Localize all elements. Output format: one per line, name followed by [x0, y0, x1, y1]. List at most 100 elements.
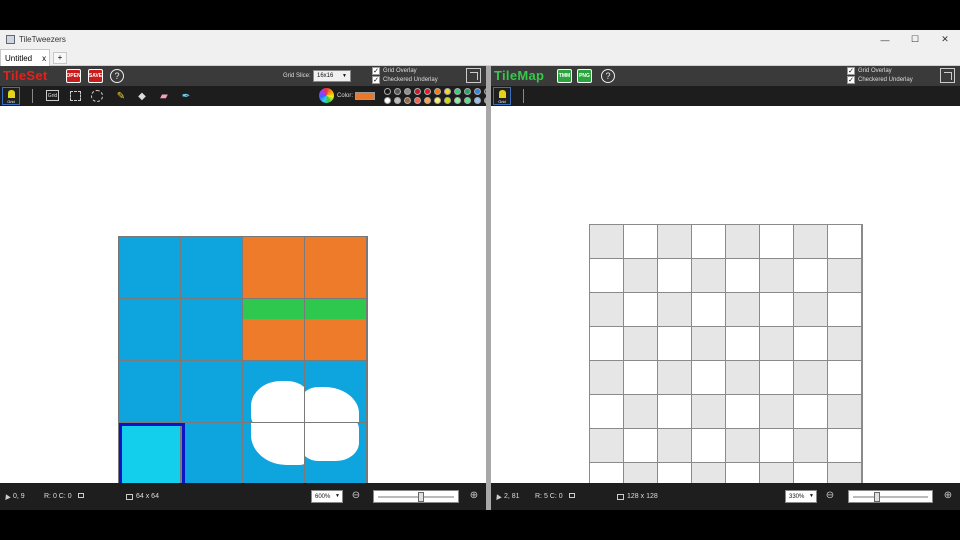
zoom-in-icon[interactable]: ⊕	[468, 490, 480, 502]
map-cell[interactable]	[658, 361, 692, 395]
palette-color-swatch[interactable]	[454, 97, 461, 104]
map-cell[interactable]	[794, 395, 828, 429]
zoom-out-icon[interactable]: ⊖	[824, 490, 836, 502]
palette-color-swatch[interactable]	[434, 97, 441, 104]
map-cell[interactable]	[590, 259, 624, 293]
ellipse-select-tool[interactable]	[90, 89, 104, 103]
map-cell[interactable]	[692, 259, 726, 293]
map-cell[interactable]	[692, 327, 726, 361]
palette-color-swatch[interactable]	[384, 88, 391, 95]
map-cell[interactable]	[726, 327, 760, 361]
zoom-in-icon[interactable]: ⊕	[942, 490, 954, 502]
grid-tool-button[interactable]: Grid	[2, 87, 20, 105]
fit-to-window-icon[interactable]	[466, 68, 481, 83]
map-cell[interactable]	[658, 395, 692, 429]
map-cell[interactable]	[692, 293, 726, 327]
tileset-tile[interactable]	[305, 361, 367, 423]
map-cell[interactable]	[828, 361, 862, 395]
eyedropper-tool[interactable]: ✒	[179, 89, 193, 103]
map-cell[interactable]	[760, 259, 794, 293]
slider-thumb[interactable]	[874, 492, 880, 502]
tileset-zoom-slider[interactable]	[373, 490, 459, 503]
palette-color-swatch[interactable]	[394, 97, 401, 104]
tab-untitled[interactable]: Untitled x	[0, 49, 50, 66]
palette-color-swatch[interactable]	[414, 88, 421, 95]
tilemap-zoom-slider[interactable]	[848, 490, 933, 503]
map-cell[interactable]	[794, 259, 828, 293]
map-cell[interactable]	[828, 327, 862, 361]
tileset-tile[interactable]	[119, 299, 181, 361]
map-cell[interactable]	[794, 361, 828, 395]
tileset-tile[interactable]	[181, 237, 243, 299]
map-cell[interactable]	[726, 293, 760, 327]
tileset-open-button[interactable]: OPEN	[66, 69, 81, 83]
map-cell[interactable]	[760, 225, 794, 259]
map-cell[interactable]	[624, 429, 658, 463]
map-cell[interactable]	[692, 395, 726, 429]
map-cell[interactable]	[726, 429, 760, 463]
zoom-out-icon[interactable]: ⊖	[350, 490, 362, 502]
tilemap-open-button[interactable]: TMM	[557, 69, 572, 83]
map-cell[interactable]	[794, 225, 828, 259]
palette-color-swatch[interactable]	[424, 97, 431, 104]
palette-color-swatch[interactable]	[464, 88, 471, 95]
tileset-checkered-underlay-checkbox[interactable]: ✓ Checkered Underlay	[372, 76, 438, 84]
fill-tool[interactable]: ◆	[135, 89, 149, 103]
tileset-tile[interactable]	[181, 299, 243, 361]
map-cell[interactable]	[760, 429, 794, 463]
tileset-grid-overlay-checkbox[interactable]: ✓ Grid Overlay	[372, 67, 417, 75]
palette-color-swatch[interactable]	[444, 88, 451, 95]
tileset-canvas[interactable]	[0, 106, 486, 488]
palette-color-swatch[interactable]	[474, 88, 481, 95]
tileset-zoom-select[interactable]: 600% ▼	[311, 490, 343, 503]
tilemap-grid-tool-button[interactable]: Grid	[493, 87, 511, 105]
tileset-tile[interactable]	[243, 237, 305, 299]
tileset-tile[interactable]	[243, 361, 305, 423]
palette-color-swatch[interactable]	[454, 88, 461, 95]
map-cell[interactable]	[760, 293, 794, 327]
map-cell[interactable]	[624, 293, 658, 327]
map-cell[interactable]	[658, 259, 692, 293]
map-cell[interactable]	[692, 361, 726, 395]
tile-selection-box[interactable]	[119, 423, 185, 488]
tileset-tile[interactable]	[119, 237, 181, 299]
tilemap-grid-overlay-checkbox[interactable]: ✓ Grid Overlay	[847, 67, 892, 75]
tab-close-icon[interactable]: x	[42, 54, 46, 63]
map-cell[interactable]	[828, 225, 862, 259]
palette-color-swatch[interactable]	[414, 97, 421, 104]
map-cell[interactable]	[658, 429, 692, 463]
map-cell[interactable]	[590, 327, 624, 361]
palette-color-swatch[interactable]	[404, 97, 411, 104]
tileset-tile[interactable]	[243, 423, 305, 485]
map-cell[interactable]	[624, 259, 658, 293]
tilemap-help-icon[interactable]: ?	[601, 69, 615, 83]
map-cell[interactable]	[624, 361, 658, 395]
add-tab-button[interactable]: +	[53, 52, 67, 64]
map-cell[interactable]	[828, 293, 862, 327]
map-cell[interactable]	[658, 293, 692, 327]
map-cell[interactable]	[726, 259, 760, 293]
map-cell[interactable]	[590, 429, 624, 463]
grid-select-tool[interactable]: Grid	[46, 90, 59, 101]
map-cell[interactable]	[590, 225, 624, 259]
tilemap-export-button[interactable]: PNG	[577, 69, 592, 83]
tileset-tile[interactable]	[119, 361, 181, 423]
map-cell[interactable]	[624, 327, 658, 361]
tilemap-grid[interactable]	[589, 224, 863, 498]
tileset-save-button[interactable]: SAVE	[88, 69, 103, 83]
palette-color-swatch[interactable]	[474, 97, 481, 104]
map-cell[interactable]	[794, 327, 828, 361]
map-cell[interactable]	[828, 429, 862, 463]
map-cell[interactable]	[590, 293, 624, 327]
slider-thumb[interactable]	[418, 492, 424, 502]
map-cell[interactable]	[794, 429, 828, 463]
tileset-tile[interactable]	[305, 237, 367, 299]
map-cell[interactable]	[760, 327, 794, 361]
tilemap-zoom-select[interactable]: 330% ▼	[785, 490, 817, 503]
tileset-tile[interactable]	[305, 423, 367, 485]
map-cell[interactable]	[828, 395, 862, 429]
tilemap-canvas[interactable]	[491, 106, 960, 498]
rect-select-tool[interactable]	[68, 89, 82, 103]
map-cell[interactable]	[726, 395, 760, 429]
palette-color-swatch[interactable]	[434, 88, 441, 95]
